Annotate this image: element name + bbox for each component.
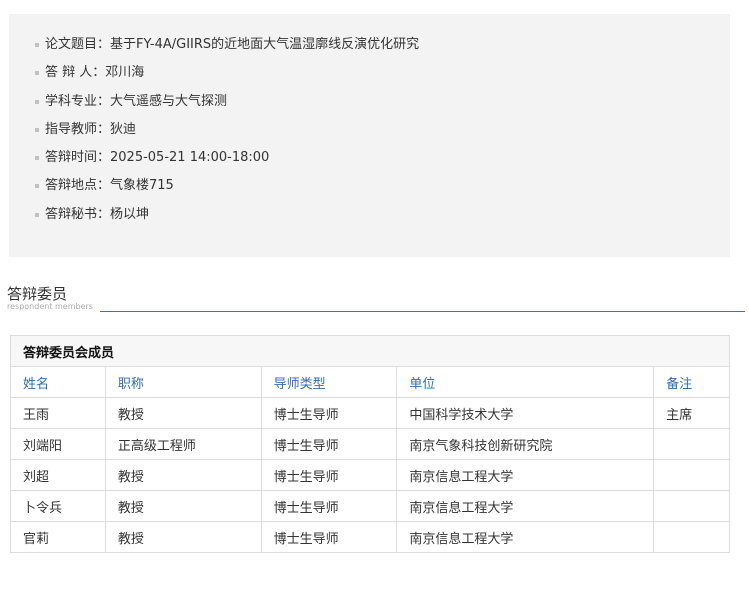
table-caption: 答辩委员会成员 xyxy=(10,335,730,367)
info-label: 答辩秘书： xyxy=(45,206,111,222)
column-header-remark: 备注 xyxy=(653,366,730,398)
bullet-icon xyxy=(35,127,39,132)
info-item-time: 答辩时间：2025-05-21 14:00-18:00 xyxy=(35,147,419,175)
info-value: 杨以坤 xyxy=(110,206,150,222)
cell-advisor-type: 博士生导师 xyxy=(260,521,398,553)
cell-name: 卜令兵 xyxy=(10,490,106,522)
cell-name: 刘超 xyxy=(10,459,106,491)
cell-name: 刘端阳 xyxy=(10,428,106,460)
table-row: 王雨 教授 博士生导师 中国科学技术大学 主席 xyxy=(10,397,730,429)
table-row: 刘端阳 正高级工程师 博士生导师 南京气象科技创新研究院 xyxy=(10,428,730,460)
cell-title: 教授 xyxy=(104,459,262,491)
table-row: 刘超 教授 博士生导师 南京信息工程大学 xyxy=(10,459,730,491)
cell-unit: 南京信息工程大学 xyxy=(396,459,655,491)
cell-title: 教授 xyxy=(104,397,262,429)
info-value: 狄迪 xyxy=(110,121,137,137)
bullet-icon xyxy=(35,184,39,189)
info-value: 基于FY-4A/GIIRS的近地面大气温湿廓线反演优化研究 xyxy=(110,37,420,52)
cell-remark: 主席 xyxy=(653,397,730,429)
column-header-name: 姓名 xyxy=(10,366,106,398)
table-row: 卜令兵 教授 博士生导师 南京信息工程大学 xyxy=(10,490,730,522)
cell-unit: 南京信息工程大学 xyxy=(396,521,655,553)
section-subtitle: respondent members xyxy=(7,302,93,311)
bullet-icon xyxy=(35,71,39,76)
cell-remark xyxy=(653,428,730,460)
info-item-location: 答辩地点：气象楼715 xyxy=(35,175,419,203)
info-value: 大气遥感与大气探测 xyxy=(110,93,228,109)
bullet-icon xyxy=(35,99,39,104)
cell-advisor-type: 博士生导师 xyxy=(260,459,398,491)
column-header-title: 职称 xyxy=(104,366,262,398)
cell-name: 王雨 xyxy=(10,397,106,429)
cell-remark xyxy=(653,459,730,491)
column-header-unit: 单位 xyxy=(396,366,655,398)
table-header-row: 姓名 职称 导师类型 单位 备注 xyxy=(10,366,730,398)
section-divider xyxy=(100,311,745,312)
info-label: 答 辩 人： xyxy=(45,65,106,81)
info-value: 气象楼715 xyxy=(110,178,174,194)
info-value: 邓川海 xyxy=(105,65,145,81)
table-caption-row: 答辩委员会成员 xyxy=(10,335,730,367)
cell-unit: 中国科学技术大学 xyxy=(396,397,655,429)
cell-title: 教授 xyxy=(104,490,262,522)
info-value: 2025-05-21 14:00-18:00 xyxy=(110,150,270,166)
cell-advisor-type: 博士生导师 xyxy=(260,397,398,429)
info-item-respondent: 答 辩 人：邓川海 xyxy=(35,62,419,90)
info-label: 指导教师： xyxy=(45,121,111,137)
bullet-icon xyxy=(35,212,39,217)
thesis-info-panel: 论文题目：基于FY-4A/GIIRS的近地面大气温湿廓线反演优化研究 答 辩 人… xyxy=(9,14,730,257)
cell-remark xyxy=(653,490,730,522)
thesis-info-list: 论文题目：基于FY-4A/GIIRS的近地面大气温湿廓线反演优化研究 答 辩 人… xyxy=(35,34,420,232)
info-label: 答辩时间： xyxy=(45,150,111,166)
bullet-icon xyxy=(35,156,39,161)
info-item-major: 学科专业：大气遥感与大气探测 xyxy=(35,91,419,119)
cell-title: 教授 xyxy=(104,521,262,553)
cell-advisor-type: 博士生导师 xyxy=(260,428,398,460)
info-label: 论文题目： xyxy=(45,37,111,52)
cell-advisor-type: 博士生导师 xyxy=(260,490,398,522)
committee-table: 答辩委员会成员 姓名 职称 导师类型 单位 备注 王雨 教授 博士生导师 中国科… xyxy=(10,335,730,553)
cell-title: 正高级工程师 xyxy=(104,428,262,460)
bullet-icon xyxy=(35,43,39,47)
column-header-advisor-type: 导师类型 xyxy=(260,366,398,398)
cell-unit: 南京气象科技创新研究院 xyxy=(396,428,655,460)
section-title: 答辩委员 xyxy=(7,285,68,303)
info-item-title: 论文题目：基于FY-4A/GIIRS的近地面大气温湿廓线反演优化研究 xyxy=(35,34,420,62)
info-item-secretary: 答辩秘书：杨以坤 xyxy=(35,204,419,232)
info-label: 学科专业： xyxy=(45,93,111,109)
cell-name: 官莉 xyxy=(10,521,106,553)
table-row: 官莉 教授 博士生导师 南京信息工程大学 xyxy=(10,521,730,553)
info-label: 答辩地点： xyxy=(45,178,111,194)
info-item-advisor: 指导教师：狄迪 xyxy=(35,119,419,147)
cell-unit: 南京信息工程大学 xyxy=(396,490,655,522)
cell-remark xyxy=(653,521,730,553)
